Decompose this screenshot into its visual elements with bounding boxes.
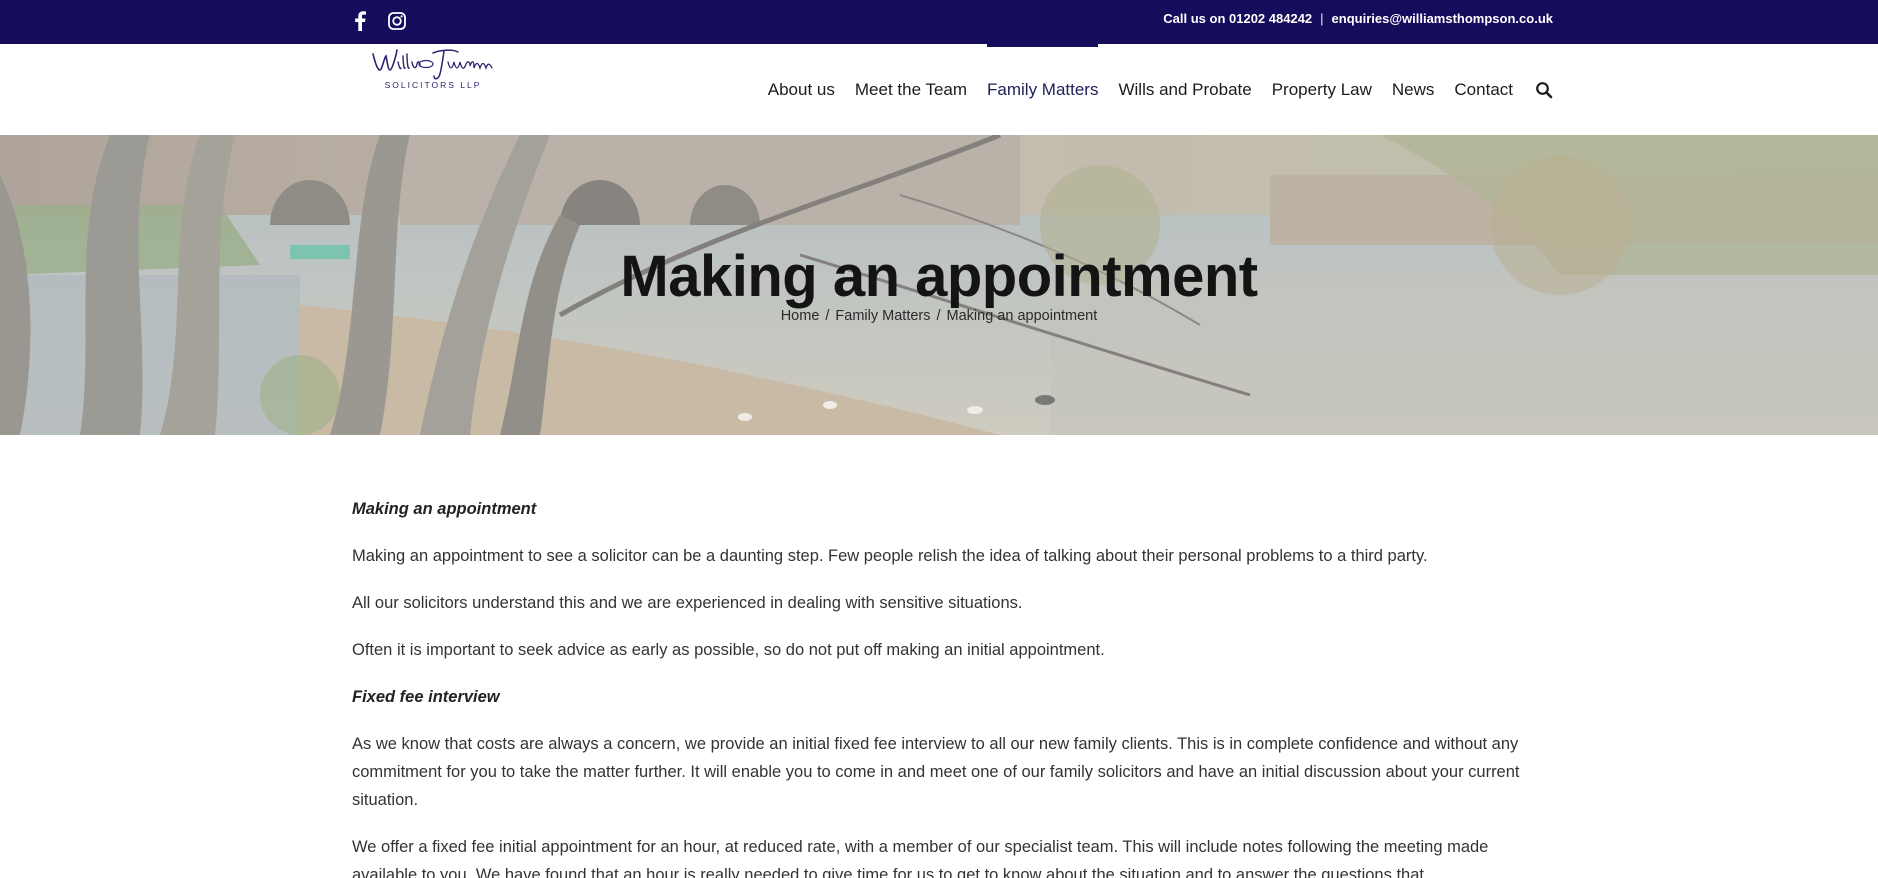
main-content: Making an appointment Making an appointm… [352,495,1552,878]
body-paragraph: We offer a fixed fee initial appointment… [352,838,1489,878]
breadcrumb: Home / Family Matters / Making an appointmen… [0,308,1878,324]
nav-about-us[interactable]: About us [768,79,835,101]
page-title: Making an appointment [620,244,1258,309]
body-paragraph: As we know that costs are always a conce… [352,735,1520,809]
search-icon[interactable] [1535,81,1553,99]
nav-family-matters[interactable]: Family Matters [987,44,1099,101]
section-heading: Fixed fee interview [352,688,500,706]
instagram-icon[interactable] [385,9,409,33]
body-paragraph: Often it is important to seek advice as … [352,641,1105,659]
contact-info: Call us on 01202 484242 | enquiries@will… [1163,11,1553,26]
body-paragraph: Making an appointment to see a solicitor… [352,547,1428,565]
breadcrumb-separator: / [825,308,830,324]
breadcrumb-current: Making an appointment [946,308,1098,324]
section-heading: Making an appointment [352,500,537,518]
nav-contact[interactable]: Contact [1454,79,1513,101]
phone-number[interactable]: Call us on 01202 484242 [1163,11,1312,26]
site-header: SOLICITORS LLP About us Meet the Team Fa… [0,44,1878,135]
nav-wills-and-probate[interactable]: Wills and Probate [1118,79,1251,101]
nav-property-law[interactable]: Property Law [1272,79,1372,101]
nav-news[interactable]: News [1392,79,1435,101]
contact-separator: | [1320,11,1324,26]
page-hero: Making an appointment Home / Family Matter… [0,135,1878,435]
breadcrumb-family-matters[interactable]: Family Matters [835,308,930,324]
breadcrumb-home[interactable]: Home [781,308,820,324]
nav-meet-the-team[interactable]: Meet the Team [855,79,967,101]
logo-subtext: SOLICITORS LLP [385,80,482,90]
email-link[interactable]: enquiries@williamsthompson.co.uk [1332,11,1553,26]
facebook-icon[interactable] [348,9,372,33]
top-bar: Call us on 01202 484242 | enquiries@will… [0,0,1878,44]
site-logo[interactable]: SOLICITORS LLP [370,46,496,92]
breadcrumb-separator: / [936,308,941,324]
body-paragraph: All our solicitors understand this and w… [352,594,1023,612]
main-nav: About us Meet the Team Family Matters Wi… [748,44,1553,101]
